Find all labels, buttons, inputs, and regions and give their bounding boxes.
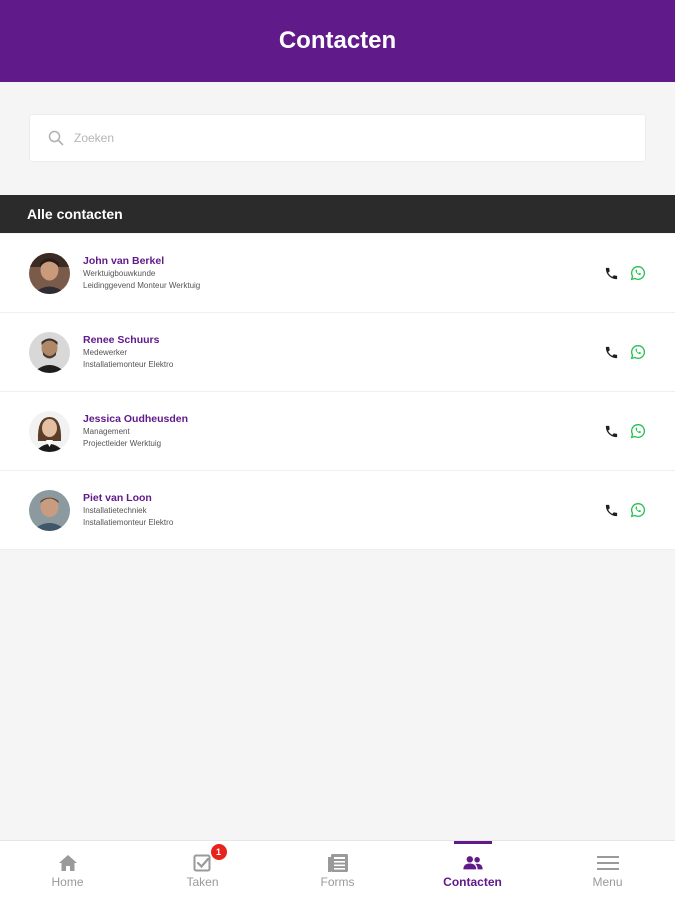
contact-actions <box>602 343 647 361</box>
forms-icon <box>327 852 349 874</box>
contact-row[interactable]: Jessica Oudheusden Management Projectlei… <box>0 392 675 471</box>
search-input[interactable] <box>74 123 634 153</box>
contact-department: Werktuigbouwkunde <box>83 269 156 278</box>
whatsapp-icon[interactable] <box>629 501 647 519</box>
section-title: Alle contacten <box>27 206 123 222</box>
whatsapp-icon[interactable] <box>629 343 647 361</box>
contact-row[interactable]: John van Berkel Werktuigbouwkunde Leidin… <box>0 234 675 313</box>
search-icon <box>48 130 64 146</box>
contact-actions <box>602 501 647 519</box>
avatar <box>29 252 70 294</box>
tab-label: Taken <box>186 875 219 889</box>
contact-name: Piet van Loon <box>83 492 152 504</box>
contact-department: Management <box>83 427 130 436</box>
contact-row[interactable]: Piet van Loon Installatietechniek Instal… <box>0 471 675 550</box>
tab-forms[interactable]: Forms <box>270 841 405 900</box>
contact-name: Jessica Oudheusden <box>83 413 189 425</box>
contact-actions <box>602 422 647 440</box>
contact-role: Leidinggevend Monteur Werktuig <box>83 281 201 290</box>
tab-menu[interactable]: Menu <box>540 841 675 900</box>
contact-role: Installatiemonteur Elektro <box>83 360 174 369</box>
whatsapp-icon[interactable] <box>629 264 647 282</box>
contact-info: Renee Schuurs Medewerker Installatiemont… <box>83 333 173 371</box>
whatsapp-icon[interactable] <box>629 422 647 440</box>
tab-home[interactable]: Home <box>0 841 135 900</box>
contact-info: Piet van Loon Installatietechniek Instal… <box>83 491 173 529</box>
phone-icon[interactable] <box>602 422 620 440</box>
contact-row[interactable]: Renee Schuurs Medewerker Installatiemont… <box>0 313 675 392</box>
avatar <box>29 331 70 373</box>
page-title: Contacten <box>278 27 397 54</box>
contact-list: John van Berkel Werktuigbouwkunde Leidin… <box>0 234 675 550</box>
active-tab-indicator <box>453 841 492 844</box>
notification-badge: 1 <box>210 844 227 860</box>
home-icon <box>57 852 79 874</box>
phone-icon[interactable] <box>602 343 620 361</box>
contact-info: Jessica Oudheusden Management Projectlei… <box>83 412 188 450</box>
tab-taken[interactable]: 1 Taken <box>135 841 270 900</box>
contact-info: John van Berkel Werktuigbouwkunde Leidin… <box>83 254 200 292</box>
tab-label: Contacten <box>443 875 502 889</box>
bottom-tab-bar: Home 1 Taken Forms Contacten Menu <box>0 840 675 900</box>
avatar <box>29 410 70 452</box>
contact-name: John van Berkel <box>83 255 165 267</box>
avatar <box>29 489 70 531</box>
contact-role: Projectleider Werktuig <box>83 439 162 448</box>
app-header: Contacten <box>0 0 675 82</box>
contacts-icon <box>462 852 484 874</box>
contact-actions <box>602 264 647 282</box>
contact-department: Installatietechniek <box>83 506 147 515</box>
menu-icon <box>596 852 619 874</box>
section-header: Alle contacten <box>0 195 675 233</box>
search-bar[interactable] <box>29 114 646 162</box>
tab-contacten[interactable]: Contacten <box>405 841 540 900</box>
tab-label: Home <box>51 875 84 889</box>
tasks-icon: 1 <box>192 844 227 874</box>
phone-icon[interactable] <box>602 501 620 519</box>
contact-role: Installatiemonteur Elektro <box>83 518 174 527</box>
tab-label: Menu <box>592 875 623 889</box>
contact-department: Medewerker <box>83 348 128 357</box>
contact-name: Renee Schuurs <box>83 334 160 346</box>
tab-label: Forms <box>320 875 355 889</box>
phone-icon[interactable] <box>602 264 620 282</box>
